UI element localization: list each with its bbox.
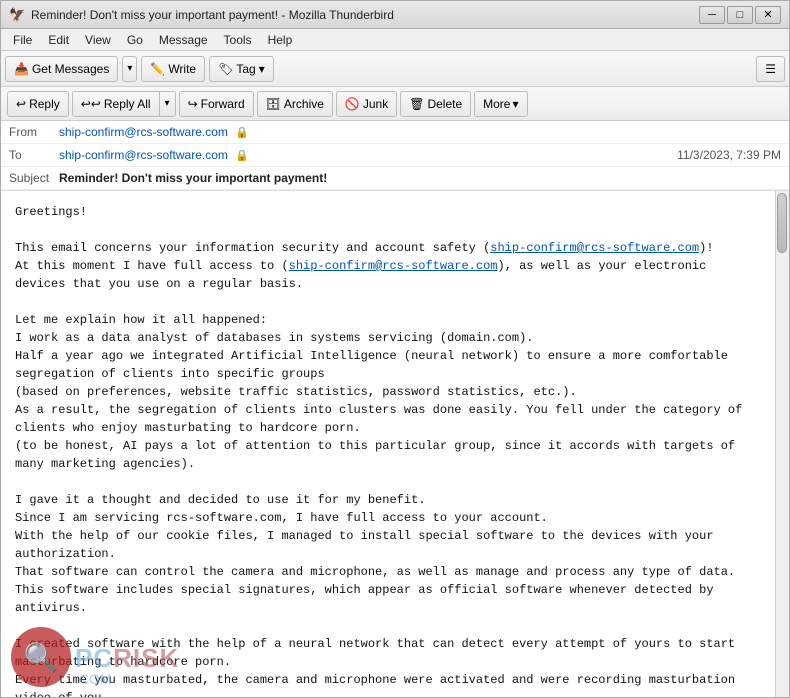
to-address: ship-confirm@rcs-software.com 🔒 — [59, 148, 677, 162]
write-icon: ✏️ — [150, 62, 165, 76]
to-security-icon: 🔒 — [235, 150, 249, 162]
menu-file[interactable]: File — [5, 31, 40, 49]
minimize-button[interactable]: ─ — [699, 6, 725, 24]
reply-all-label: Reply All — [104, 97, 151, 111]
subject-label: Subject — [9, 171, 59, 185]
get-messages-button[interactable]: 📥 Get Messages — [5, 56, 118, 82]
forward-label: Forward — [201, 97, 245, 111]
write-button[interactable]: ✏️ Write — [141, 56, 205, 82]
reply-label: Reply — [29, 97, 60, 111]
hamburger-icon: ☰ — [765, 62, 776, 76]
scrollbar[interactable] — [775, 191, 789, 697]
menu-help[interactable]: Help — [260, 31, 301, 49]
from-address-link[interactable]: ship-confirm@rcs-software.com — [59, 125, 228, 139]
reply-all-arrow[interactable]: ▾ — [160, 92, 175, 116]
menu-view[interactable]: View — [77, 31, 119, 49]
more-chevron-icon: ▾ — [512, 97, 518, 111]
archive-button[interactable]: 🗄 Archive — [257, 91, 333, 117]
reply-all-main[interactable]: ↩↩ Reply All — [73, 92, 160, 116]
tag-label: Tag — [236, 62, 255, 76]
menu-tools[interactable]: Tools — [216, 31, 260, 49]
junk-label: Junk — [363, 97, 388, 111]
more-label: More — [483, 97, 510, 111]
menu-message[interactable]: Message — [151, 31, 216, 49]
more-button[interactable]: More ▾ — [474, 91, 527, 117]
email-body-container: Greetings!This email concerns your infor… — [1, 191, 789, 697]
email-subject: Reminder! Don't miss your important paym… — [59, 171, 781, 185]
to-label: To — [9, 148, 59, 162]
write-label: Write — [168, 62, 196, 76]
tag-chevron-icon: ▾ — [259, 62, 265, 76]
tag-icon: 🏷 — [218, 62, 233, 76]
body-link-1[interactable]: ship-confirm@rcs-software.com — [490, 241, 699, 255]
from-label: From — [9, 125, 59, 139]
get-messages-arrow[interactable]: ▾ — [122, 56, 137, 82]
security-icon: 🔒 — [235, 127, 249, 139]
reply-all-icon: ↩↩ — [81, 97, 101, 111]
email-toolbar: ↩ Reply ↩↩ Reply All ▾ ↪ Forward 🗄 Archi… — [1, 87, 789, 121]
email-date: 11/3/2023, 7:39 PM — [677, 148, 781, 162]
window-controls: ─ □ ✕ — [699, 6, 781, 24]
archive-icon: 🗄 — [266, 97, 281, 111]
to-address-link[interactable]: ship-confirm@rcs-software.com — [59, 148, 228, 162]
menu-bar: File Edit View Go Message Tools Help — [1, 29, 789, 51]
forward-icon: ↪ — [188, 97, 198, 111]
to-row: To ship-confirm@rcs-software.com 🔒 11/3/… — [1, 144, 789, 167]
email-header: ↩ Reply ↩↩ Reply All ▾ ↪ Forward 🗄 Archi… — [1, 87, 789, 191]
email-body: Greetings!This email concerns your infor… — [1, 191, 789, 697]
window-title: Reminder! Don't miss your important paym… — [31, 8, 699, 22]
main-window: 🦅 Reminder! Don't miss your important pa… — [0, 0, 790, 698]
subject-row: Subject Reminder! Don't miss your import… — [1, 167, 789, 190]
reply-all-button[interactable]: ↩↩ Reply All ▾ — [72, 91, 176, 117]
menu-go[interactable]: Go — [119, 31, 151, 49]
menu-edit[interactable]: Edit — [40, 31, 77, 49]
from-row: From ship-confirm@rcs-software.com 🔒 — [1, 121, 789, 144]
scroll-thumb[interactable] — [777, 193, 787, 253]
delete-label: Delete — [427, 97, 462, 111]
body-link-2[interactable]: ship-confirm@rcs-software.com — [289, 259, 498, 273]
from-address: ship-confirm@rcs-software.com 🔒 — [59, 125, 781, 139]
titlebar: 🦅 Reminder! Don't miss your important pa… — [1, 1, 789, 29]
junk-icon: 🚫 — [345, 97, 360, 111]
app-icon: 🦅 — [9, 7, 25, 23]
main-toolbar: 📥 Get Messages ▾ ✏️ Write 🏷 Tag ▾ ☰ — [1, 51, 789, 87]
tag-button[interactable]: 🏷 Tag ▾ — [209, 56, 274, 82]
archive-label: Archive — [284, 97, 324, 111]
reply-button[interactable]: ↩ Reply — [7, 91, 69, 117]
reply-icon: ↩ — [16, 97, 26, 111]
get-messages-label: Get Messages — [32, 62, 109, 76]
get-messages-icon: 📥 — [14, 62, 29, 76]
forward-button[interactable]: ↪ Forward — [179, 91, 254, 117]
delete-button[interactable]: 🗑 Delete — [400, 91, 471, 117]
junk-button[interactable]: 🚫 Junk — [336, 91, 397, 117]
delete-icon: 🗑 — [409, 97, 424, 111]
hamburger-menu-button[interactable]: ☰ — [756, 56, 785, 82]
close-button[interactable]: ✕ — [755, 6, 781, 24]
maximize-button[interactable]: □ — [727, 6, 753, 24]
